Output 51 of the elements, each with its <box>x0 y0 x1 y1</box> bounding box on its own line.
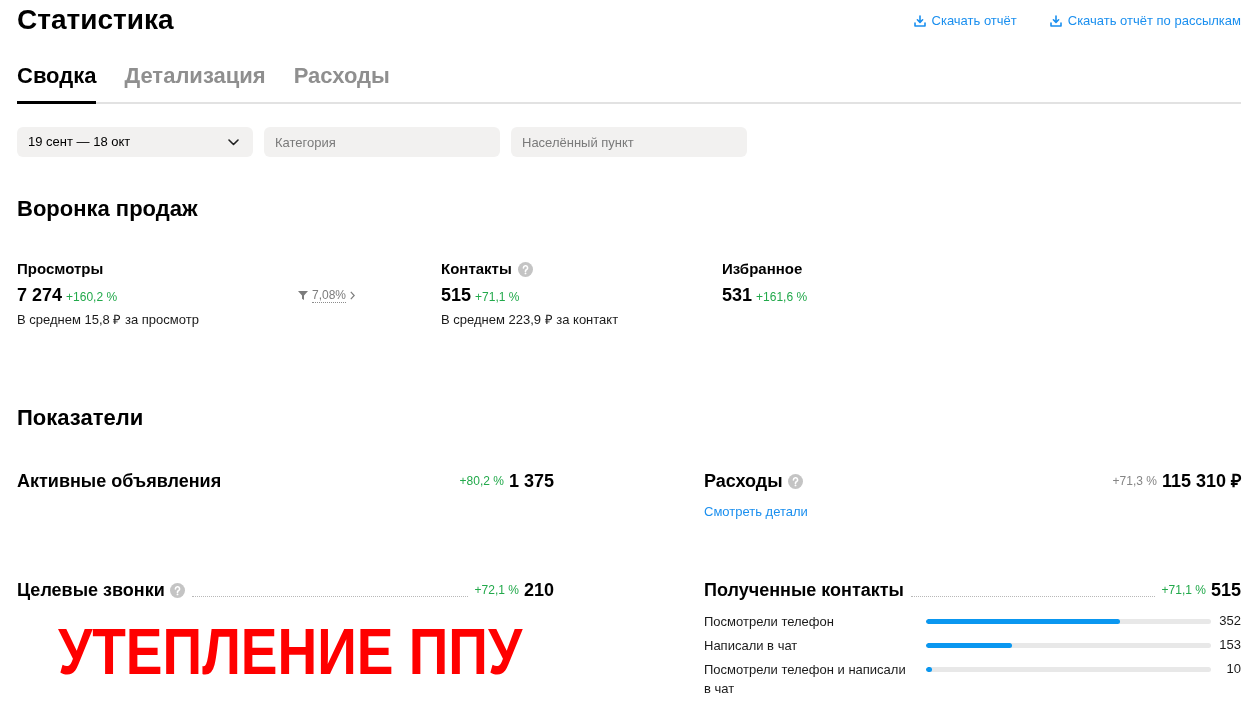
funnel-step-value: 7 274 <box>17 284 63 307</box>
details-link[interactable]: Смотреть детали <box>704 503 808 521</box>
funnel-step-label: Просмотры <box>17 259 104 279</box>
download-icon <box>913 15 926 27</box>
section-title: Показатели <box>17 404 145 432</box>
change-percent: +80,2 % <box>459 473 504 489</box>
chevron-right-icon <box>350 290 356 300</box>
change-percent: +71,1 % <box>475 289 520 305</box>
average-cost-note: В среднем 15,8 ₽ за просмотр <box>17 311 199 329</box>
change-percent: +161,6 % <box>756 289 808 305</box>
breakdown-label: Посмотрели телефон и написали в чат <box>704 662 906 696</box>
breakdown-value: 352 <box>1219 612 1241 630</box>
funnel-step-label: Избранное <box>722 259 803 279</box>
change-percent: +71,1 % <box>1161 582 1206 598</box>
tab[interactable]: Детализация <box>124 62 266 104</box>
tab[interactable]: Расходы <box>293 62 390 104</box>
section-title: Воронка продаж <box>17 195 199 223</box>
funnel-step-label: Контакты <box>441 259 512 279</box>
funnel-step-value: 515 <box>441 284 472 307</box>
page-title: Статистика <box>17 3 174 37</box>
metric-value: 515 <box>1210 579 1241 602</box>
breakdown-value: 153 <box>1219 636 1241 654</box>
help-icon[interactable] <box>169 582 185 598</box>
date-range-select[interactable]: 19 сент — 18 окт <box>17 127 253 157</box>
download-link[interactable]: Скачать отчёт по рассылкам <box>1049 12 1241 30</box>
help-icon[interactable] <box>787 473 803 489</box>
breakdown-value: 10 <box>1226 660 1241 678</box>
change-percent: +71,3 % <box>1112 473 1157 489</box>
download-link[interactable]: Скачать отчёт <box>913 12 1017 30</box>
metric-value: 1 375 <box>508 470 554 493</box>
metric-label: Полученные контакты <box>704 579 904 602</box>
average-cost-note: В среднем 223,9 ₽ за контакт <box>441 311 619 329</box>
overlay-caption: УТЕПЛЕНИЕ ППУ <box>58 616 523 688</box>
funnel-step-value: 531 <box>722 284 753 307</box>
tab[interactable]: Сводка <box>17 62 97 104</box>
download-icon <box>1049 15 1062 27</box>
metric-label: Расходы <box>704 470 783 493</box>
breakdown-label: Посмотрели телефон <box>704 614 834 629</box>
filter-field[interactable]: Населённый пункт <box>511 127 747 157</box>
metric-label: Целевые звонки <box>17 579 165 602</box>
change-percent: +160,2 % <box>66 289 118 305</box>
breakdown-label: Написали в чат <box>704 638 798 653</box>
metric-label: Активные объявления <box>17 470 222 493</box>
metric-value: 210 <box>523 579 554 602</box>
conversion-link[interactable]: 7,08% <box>298 287 356 303</box>
funnel-icon <box>298 290 308 300</box>
metric-value: 115 310 ₽ <box>1161 470 1241 493</box>
filter-field[interactable]: Категория <box>264 127 500 157</box>
chevron-down-icon <box>228 138 239 146</box>
help-icon[interactable] <box>517 261 533 277</box>
change-percent: +72,1 % <box>474 582 519 598</box>
